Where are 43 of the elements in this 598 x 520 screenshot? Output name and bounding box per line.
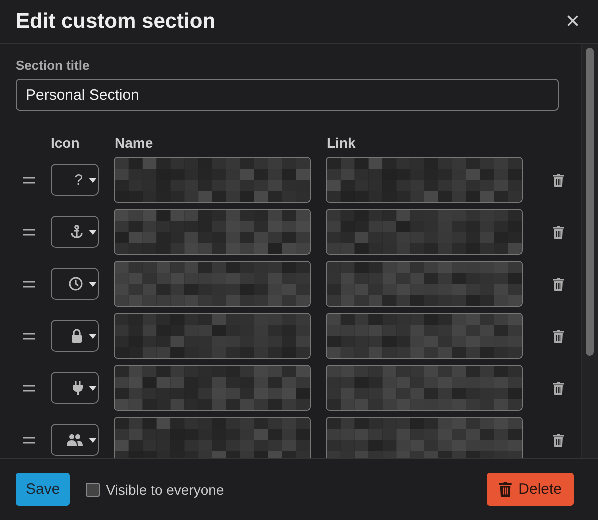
delete-button[interactable]: Delete [486, 473, 574, 506]
icon-select[interactable] [51, 268, 99, 300]
caret-icon [89, 386, 97, 390]
caret-icon [89, 334, 97, 338]
trash-icon[interactable] [553, 278, 564, 290]
caret-icon [89, 438, 97, 442]
drag-handle-icon[interactable] [23, 280, 35, 288]
plug-icon [73, 381, 83, 395]
lock-icon [71, 329, 83, 343]
caret-icon [89, 230, 97, 234]
save-button[interactable]: Save [16, 473, 70, 506]
column-header: Name [115, 135, 154, 151]
clock-icon [69, 277, 83, 291]
trash-icon[interactable] [553, 434, 564, 446]
icon-select[interactable]: ? [51, 164, 99, 196]
trash-icon[interactable] [553, 382, 564, 394]
trash-icon[interactable] [553, 174, 564, 186]
icon-select[interactable] [51, 372, 99, 404]
drag-handle-icon[interactable] [23, 176, 35, 184]
trash-icon[interactable] [553, 330, 564, 342]
drag-handle-icon[interactable] [23, 436, 35, 444]
icon-select[interactable] [51, 424, 99, 456]
trash-icon [498, 482, 512, 497]
drag-handle-icon[interactable] [23, 384, 35, 392]
users-icon [67, 434, 83, 446]
drag-handle-icon[interactable] [23, 228, 35, 236]
trash-icon[interactable] [553, 226, 564, 238]
drag-handle-icon[interactable] [23, 332, 35, 340]
anchor-icon [71, 225, 83, 239]
caret-icon [89, 178, 97, 182]
icon-select[interactable] [51, 216, 99, 248]
section-title-label: Section title [16, 58, 91, 73]
section-title-field[interactable]: Personal Section [16, 79, 559, 111]
checkbox-label[interactable]: Visible to everyone [106, 482, 224, 498]
question-mark-icon: ? [74, 172, 83, 188]
caret-icon [89, 282, 97, 286]
checkbox[interactable] [86, 482, 100, 496]
dialog-title: Edit custom section [16, 10, 216, 34]
scrollbar-thumb[interactable] [586, 48, 594, 356]
close-button[interactable]: × [566, 10, 580, 34]
column-header: Link [327, 135, 357, 151]
icon-select[interactable] [51, 320, 99, 352]
column-header: Icon [51, 135, 81, 151]
